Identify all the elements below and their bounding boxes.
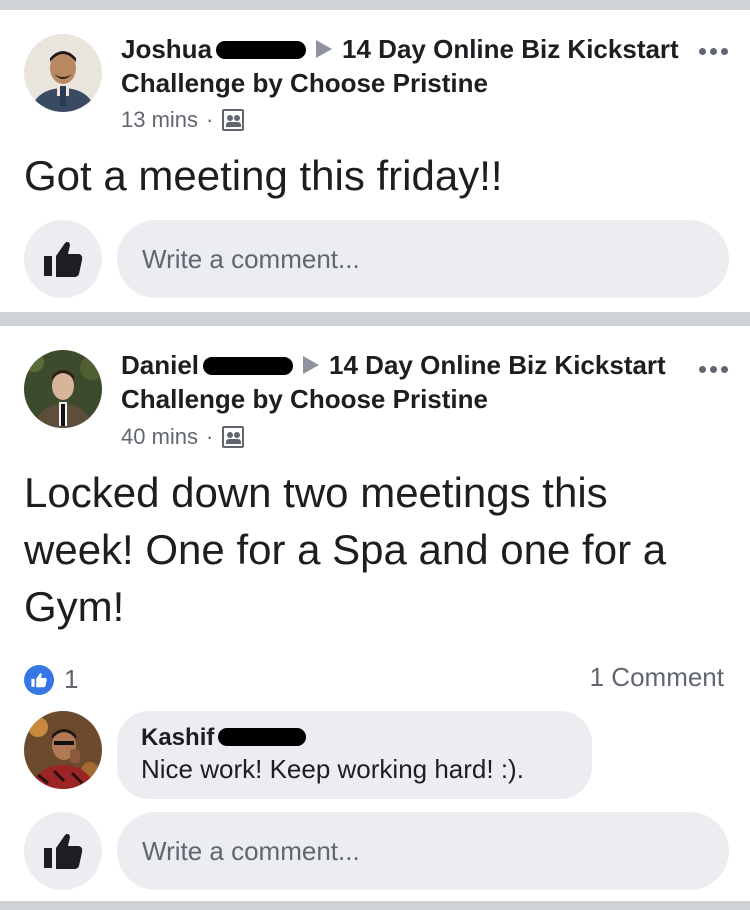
post-meta: 40 mins · [121,424,245,450]
redaction-bar [203,357,294,375]
post-text: Locked down two meetings this week! One … [24,469,667,630]
separator-dot: · [206,107,214,132]
audience-group-icon [222,109,245,131]
comment-count-link[interactable]: 1 Comment [590,662,724,693]
like-button[interactable] [24,812,102,890]
post-text: Got a meeting this friday!! [24,152,503,199]
post-card-joshua: Joshua 14 Day Online Biz Kickstart Challe… [0,10,750,312]
comment-author-row: Kashif [141,724,592,752]
audience-group-icon [222,426,245,448]
comment-text: Nice work! Keep working hard! :). [141,754,524,784]
more-options-icon[interactable] [699,48,728,55]
author-name[interactable]: Daniel [121,350,199,380]
redaction-bar [216,41,307,59]
thumbs-up-icon [44,241,83,277]
redaction-bar [218,728,307,746]
timestamp[interactable]: 13 mins [121,107,198,133]
post-meta: 13 mins · [121,107,245,133]
arrow-right-icon [316,40,333,58]
comment-input[interactable]: Write a comment... [117,812,729,890]
thumbs-up-icon [44,833,83,869]
post-header: Daniel 14 Day Online Biz Kickstart Challe… [121,348,681,416]
timestamp[interactable]: 40 mins [121,424,198,450]
arrow-right-icon [303,356,320,374]
more-options-icon[interactable] [699,366,728,373]
post-header: Joshua 14 Day Online Biz Kickstart Challe… [121,32,681,100]
reaction-count: 1 [64,664,79,694]
reaction-summary[interactable]: 1 [24,664,78,695]
avatar-daniel[interactable] [24,350,102,428]
comment-input[interactable]: Write a comment... [117,220,729,298]
author-name[interactable]: Joshua [121,34,212,64]
comment-author[interactable]: Kashif [141,724,214,751]
post-card-daniel: Daniel 14 Day Online Biz Kickstart Challe… [0,326,750,901]
like-button[interactable] [24,220,102,298]
avatar-joshua[interactable] [24,34,102,112]
separator-dot: · [206,424,214,449]
comment-bubble[interactable]: Kashif Nice work! Keep working hard! :). [117,711,592,799]
avatar-kashif[interactable] [24,711,102,789]
group-name[interactable]: 14 Day Online Biz Kickstart Challenge by… [121,350,666,414]
like-reaction-icon [24,664,54,695]
